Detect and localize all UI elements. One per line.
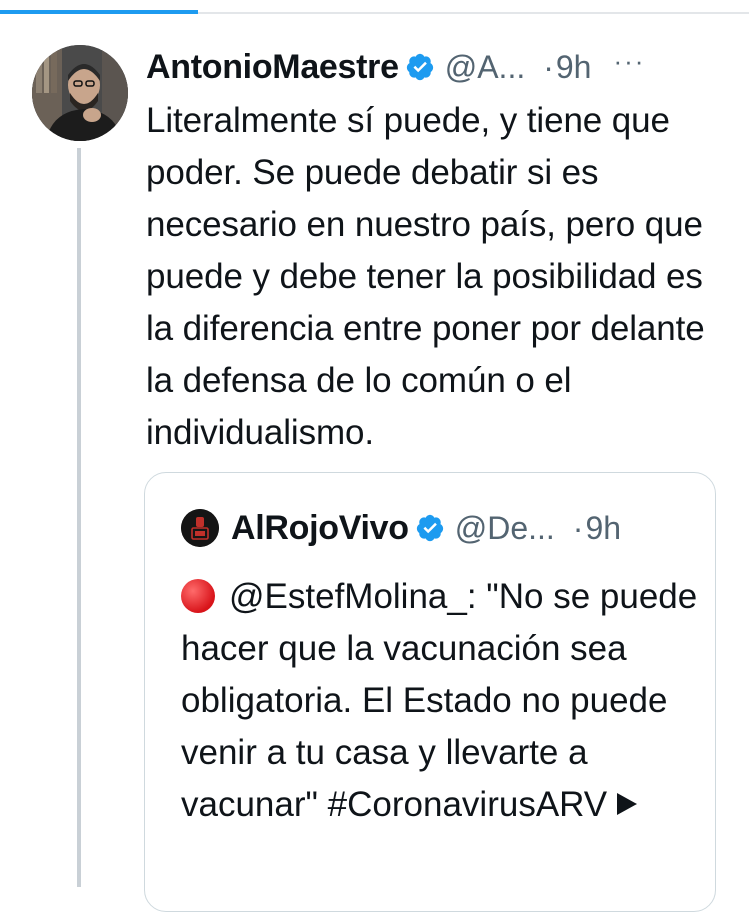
separator-dot: · [572, 509, 584, 546]
quoted-author-name[interactable]: AlRojoVivo [231, 509, 409, 548]
author-name[interactable]: AntonioMaestre [146, 48, 399, 87]
separator-dot: · [543, 48, 554, 85]
quoted-tweet-header: AlRojoVivo @De... · 9h [181, 506, 621, 550]
quoted-tweet-text: @EstefMolina_: "No se puede hacer que la… [181, 571, 701, 831]
author-handle[interactable]: @A... [445, 49, 526, 86]
tweet-time[interactable]: 9h [556, 49, 592, 86]
quoted-author-handle[interactable]: @De... [455, 510, 555, 547]
more-icon[interactable]: ··· [613, 46, 645, 77]
verified-badge-icon [405, 52, 435, 82]
red-circle-icon [181, 579, 215, 613]
quoted-tweet-time[interactable]: 9h [585, 510, 621, 547]
avatar[interactable] [32, 45, 128, 141]
thread-connector-line [77, 148, 81, 887]
tweet-text: Literalmente sí puede, y tiene que poder… [146, 101, 705, 452]
play-icon [617, 793, 638, 815]
quoted-avatar [181, 509, 219, 547]
quoted-text-body: @EstefMolina_: "No se puede hacer que la… [181, 577, 698, 824]
tweet-header: AntonioMaestre @A... · 9h ··· [146, 45, 645, 89]
verified-badge-icon [415, 513, 445, 543]
quoted-tweet[interactable]: AlRojoVivo @De... · 9h @EstefMolina_: "N… [144, 472, 716, 912]
active-tab-indicator [0, 10, 198, 14]
